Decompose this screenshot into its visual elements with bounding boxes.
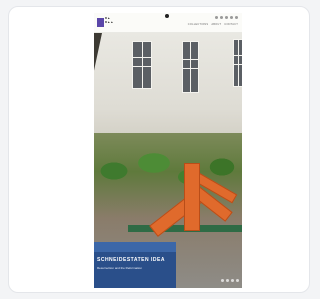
logo-mark bbox=[97, 18, 104, 27]
site-logo[interactable]: D▲ D▲▲ bbox=[97, 16, 115, 29]
camera-notch bbox=[165, 14, 169, 18]
header-icons bbox=[215, 16, 238, 19]
window bbox=[182, 41, 199, 93]
hero-subtitle: Resurrection and the Reformation bbox=[97, 266, 143, 270]
window bbox=[233, 39, 242, 87]
social-icon[interactable] bbox=[225, 16, 228, 19]
site-header: D▲ D▲▲ COLLECTIONS ABOUT CONTACT bbox=[94, 13, 242, 33]
window bbox=[132, 41, 152, 89]
building-wall bbox=[94, 33, 242, 141]
website-screenshot[interactable]: D▲ D▲▲ COLLECTIONS ABOUT CONTACT SCHNEID… bbox=[94, 13, 242, 288]
nav-item-about[interactable]: ABOUT bbox=[211, 23, 221, 26]
nav-item-collections[interactable]: COLLECTIONS bbox=[188, 23, 209, 26]
pager-dot[interactable] bbox=[221, 279, 224, 282]
social-icon[interactable] bbox=[215, 16, 218, 19]
sculpture-beam bbox=[184, 163, 200, 231]
pager-dot[interactable] bbox=[226, 279, 229, 282]
hero-image bbox=[94, 33, 242, 288]
pager-dot[interactable] bbox=[231, 279, 234, 282]
search-icon[interactable] bbox=[230, 16, 233, 19]
hero-caption: SCHNEIDESTATEN IDEA Resurrection and the… bbox=[97, 257, 237, 270]
hero-title[interactable]: SCHNEIDESTATEN IDEA bbox=[97, 257, 237, 263]
preview-card: D▲ D▲▲ COLLECTIONS ABOUT CONTACT SCHNEID… bbox=[8, 6, 310, 293]
logo-wordmark: D▲ D▲▲ bbox=[105, 16, 114, 24]
social-icon[interactable] bbox=[220, 16, 223, 19]
menu-icon[interactable] bbox=[235, 16, 238, 19]
main-nav: COLLECTIONS ABOUT CONTACT bbox=[188, 23, 238, 26]
orange-sculpture bbox=[132, 163, 240, 237]
pager-dot[interactable] bbox=[236, 279, 239, 282]
nav-item-contact[interactable]: CONTACT bbox=[224, 23, 238, 26]
slide-pager bbox=[221, 279, 239, 282]
